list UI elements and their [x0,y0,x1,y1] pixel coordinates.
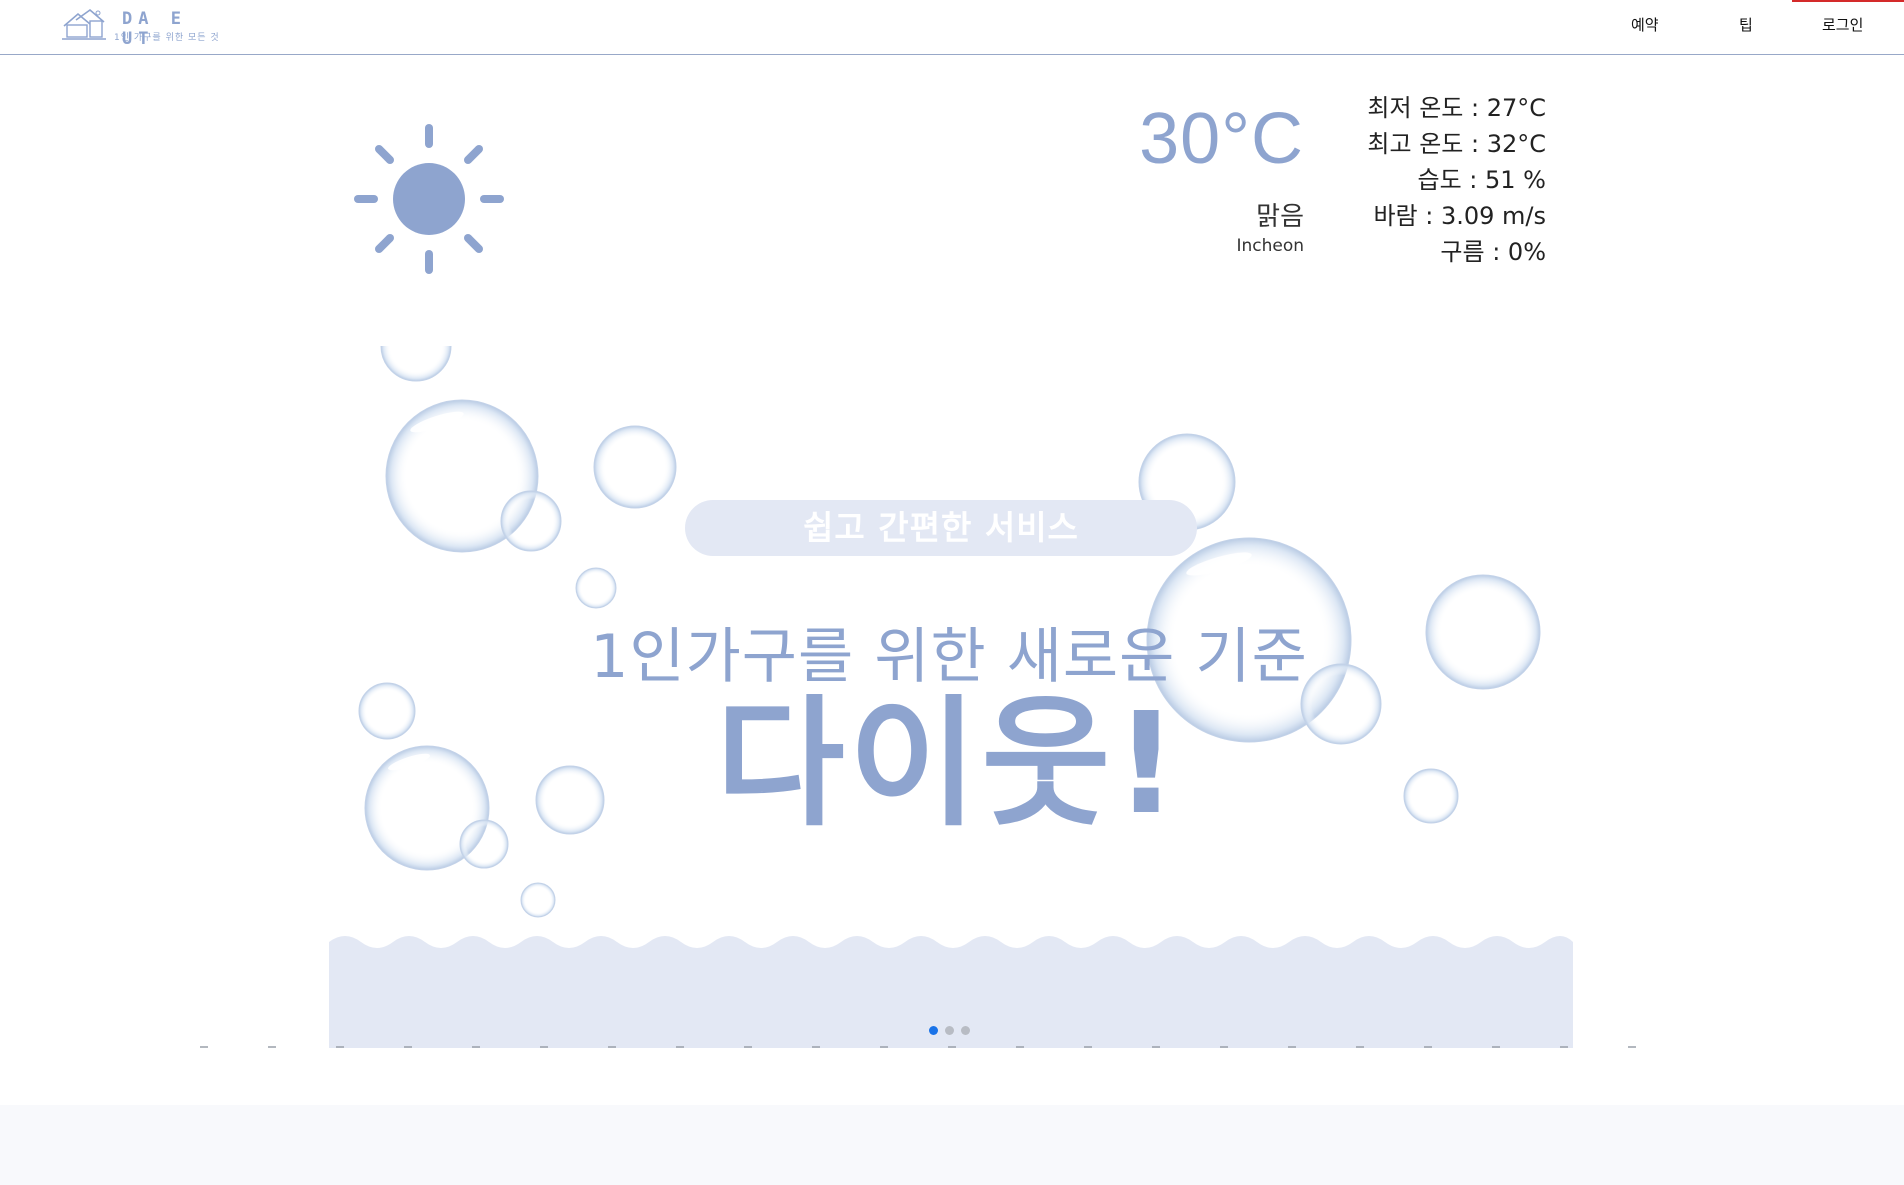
sun-icon [354,124,504,278]
stat-humidity: 습도 : 51 % [1417,166,1546,194]
weather-condition: 맑음 [1256,202,1304,232]
hero-banner: 쉽고 간편한 서비스 1인가구를 위한 새로운 기준 다이웃! [329,346,1573,1048]
service-pill: 쉽고 간편한 서비스 [685,500,1197,556]
nav-login[interactable]: 로그인 [1822,14,1863,35]
stat-min-temp: 최저 온도 : 27°C [1367,94,1546,122]
temperature: 30°C [1139,99,1304,179]
stat-clouds: 구름 : 0% [1440,238,1546,266]
logo-tagline: 1인 가구를 위한 모든 것 [114,33,220,43]
slide-dot-1[interactable] [929,1026,938,1035]
slide-dot-2[interactable] [945,1026,954,1035]
weather-stats: 최저 온도 : 27°C 최고 온도 : 32°C 습도 : 51 % 바람 :… [1300,90,1546,270]
stat-max-temp: 최고 온도 : 32°C [1367,130,1546,158]
lower-section [0,1105,1904,1185]
hero-subtitle: 1인가구를 위한 새로운 기준 [590,622,1308,692]
house-logo-icon [62,8,106,40]
hero-brand: 다이웃! [715,683,1183,846]
logo[interactable]: DA E UT 1인 가구를 위한 모든 것 [60,6,230,49]
stat-wind: 바람 : 3.09 m/s [1373,202,1546,230]
top-header: DA E UT 1인 가구를 위한 모든 것 예약 팁 로그인 [0,0,1904,55]
city-name: Incheon [1236,236,1304,256]
slide-dot-3[interactable] [961,1026,970,1035]
divider-line [200,1046,1670,1048]
nav-reservation[interactable]: 예약 [1631,14,1659,35]
nav-tips[interactable]: 팁 [1739,14,1753,35]
logo-name: DA E UT [122,9,187,49]
nav-active-indicator [1792,0,1904,2]
